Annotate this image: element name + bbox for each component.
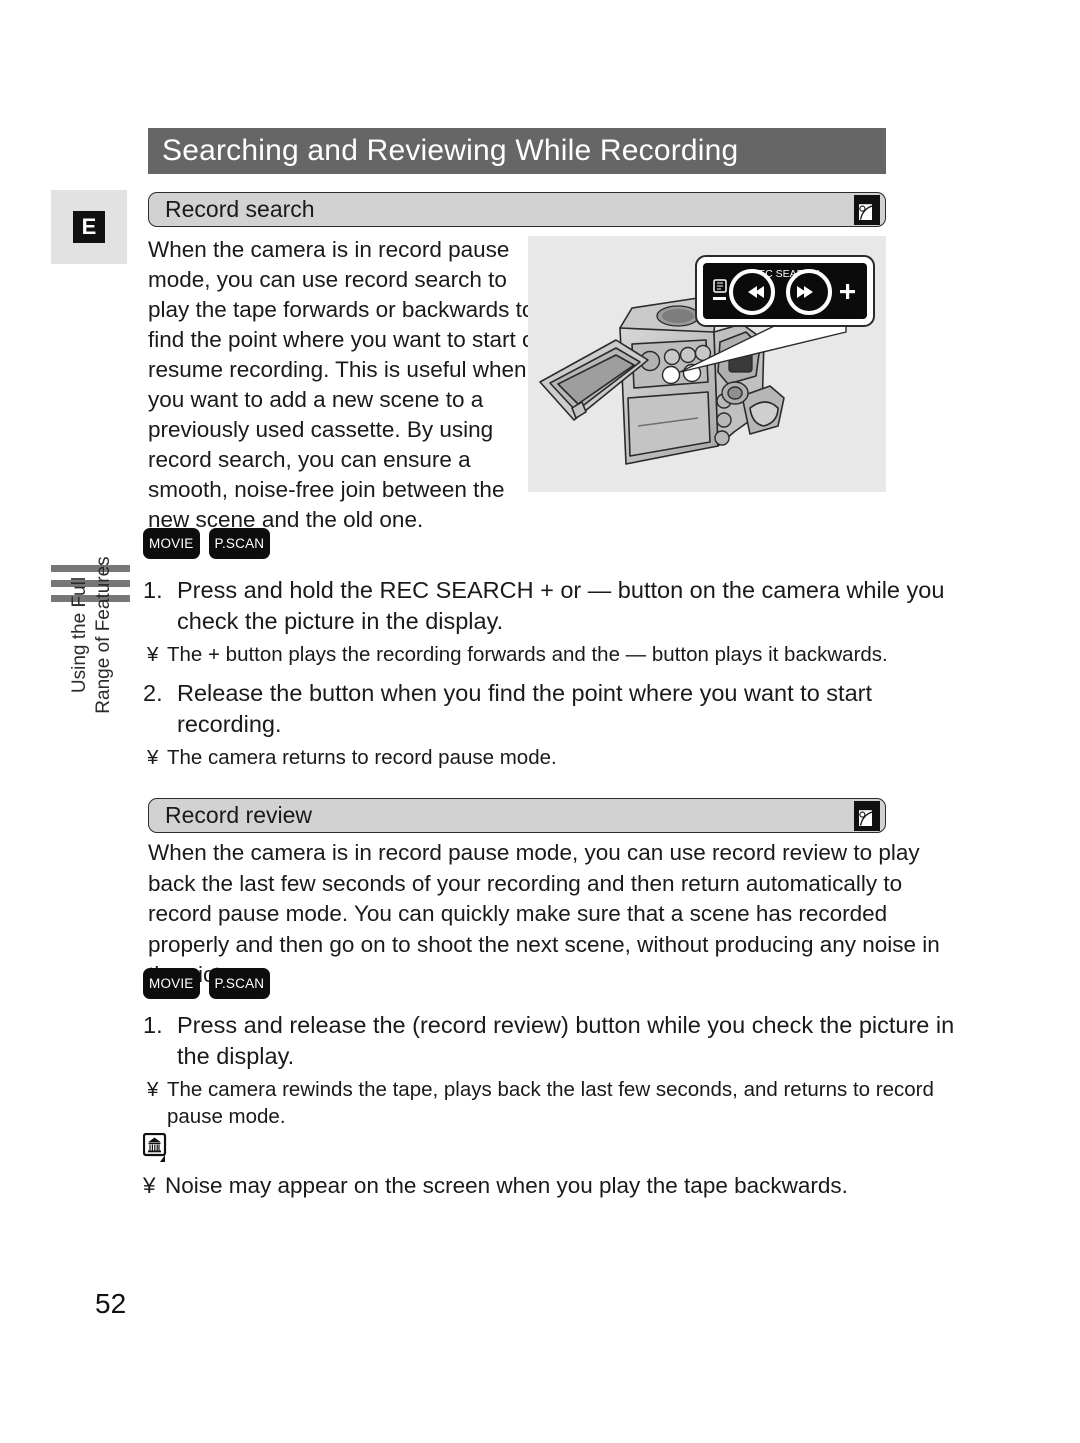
step-item: 1. Press and release the (record review)… (143, 1010, 973, 1072)
chapter-side-label: Using the Full Range of Features (62, 540, 122, 730)
page-header-bar: Searching and Reviewing While Recording (148, 128, 886, 174)
sub-note-bullet: ¥ (147, 643, 159, 666)
record-search-steps: 1. Press and hold the REC SEARCH + or — … (143, 575, 958, 771)
memo-note-icon (142, 1132, 169, 1163)
step-item: 2. Release the button when you find the … (143, 678, 958, 740)
language-tab-letter: E (73, 211, 105, 243)
badge-movie: MOVIE (143, 968, 200, 999)
step-sub-note: ¥ The camera returns to record pause mod… (143, 744, 958, 771)
step-text: Press and hold the REC SEARCH + or — but… (177, 577, 945, 634)
step-spacer (143, 668, 958, 678)
language-tab: E (51, 190, 127, 264)
step-number: 1. (143, 577, 163, 603)
mode-badges-record-search: MOVIE P.SCAN (143, 528, 271, 559)
step-sub-note: ¥ The + button plays the recording forwa… (143, 641, 958, 668)
step-sub-note: ¥ The camera rewinds the tape, plays bac… (143, 1076, 973, 1130)
section-title-record-review: Record review (165, 802, 312, 828)
tape-icon (854, 194, 881, 225)
record-review-steps: 1. Press and release the (record review)… (143, 1010, 973, 1130)
step-text: Release the button when you find the poi… (177, 680, 872, 737)
badge-movie: MOVIE (143, 528, 200, 559)
sub-note-bullet: ¥ (147, 746, 159, 769)
sub-note-bullet: ¥ (147, 1078, 159, 1101)
step-number: 1. (143, 1012, 163, 1038)
note-block: ¥ Noise may appear on the screen when yo… (142, 1132, 973, 1200)
note-bullet: ¥ (143, 1173, 156, 1198)
mode-badges-record-review: MOVIE P.SCAN (143, 968, 271, 999)
page-title: Searching and Reviewing While Recording (162, 134, 739, 167)
badge-pscan: P.SCAN (208, 968, 271, 999)
record-search-intro: When the camera is in record pause mode,… (148, 237, 542, 532)
page-number: 52 (95, 1288, 127, 1319)
section-header-record-review: Record review (148, 798, 886, 833)
badge-pscan: P.SCAN (208, 528, 271, 559)
sub-note-text: The camera rewinds the tape, plays back … (167, 1078, 934, 1128)
step-number: 2. (143, 680, 163, 706)
camcorder-illustration: REC SEARCH (539, 255, 875, 465)
camera-illustration-panel: REC SEARCH (528, 236, 886, 492)
note-line: ¥ Noise may appear on the screen when yo… (143, 1171, 973, 1200)
sub-note-text: The + button plays the recording forward… (167, 643, 888, 666)
chapter-side-label-line1: Using the Full (69, 576, 90, 694)
section-title-record-search: Record search (165, 196, 315, 222)
sub-note-text: The camera returns to record pause mode. (167, 746, 557, 769)
section-header-record-search: Record search (148, 192, 886, 227)
tape-icon (854, 800, 881, 831)
step-item: 1. Press and hold the REC SEARCH + or — … (143, 575, 958, 637)
note-text: Noise may appear on the screen when you … (165, 1173, 848, 1198)
step-text: Press and release the (record review) bu… (177, 1012, 955, 1069)
chapter-side-label-line2: Range of Features (93, 556, 114, 714)
